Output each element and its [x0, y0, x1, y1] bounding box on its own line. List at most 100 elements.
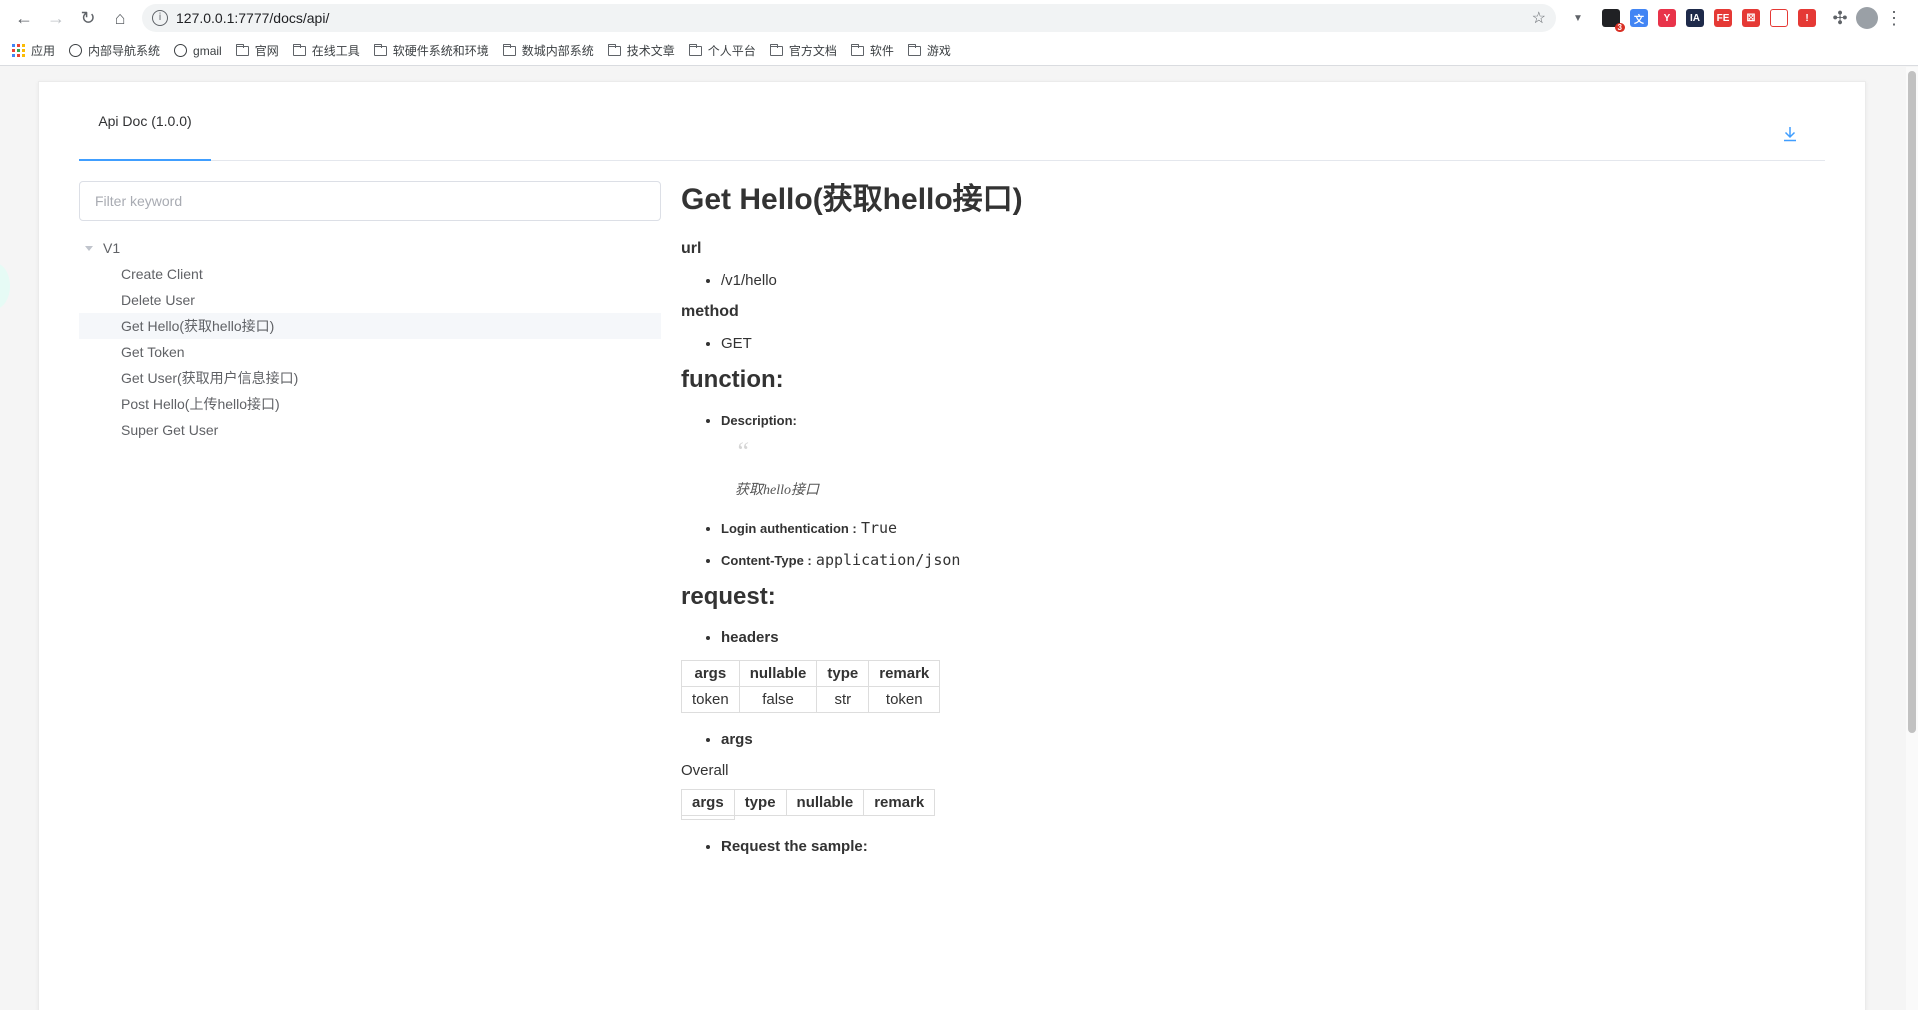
- folder-icon: [502, 43, 516, 56]
- column-header: type: [733, 789, 787, 816]
- tree-item[interactable]: Super Get User: [79, 417, 661, 443]
- table-row: token false str token: [681, 686, 941, 713]
- bookmark-item[interactable]: 内部导航系统: [69, 42, 160, 59]
- tree-item[interactable]: Get User(获取用户信息接口): [79, 365, 661, 391]
- tree-item[interactable]: Create Client: [79, 261, 661, 287]
- fe-helper-icon[interactable]: FE: [1714, 9, 1732, 27]
- bookmark-item[interactable]: 官方文档: [769, 42, 837, 59]
- home-icon[interactable]: ⌂: [104, 2, 136, 34]
- content-type-value: application/json: [815, 551, 961, 569]
- login-label: Login authentication :: [721, 521, 857, 536]
- extensions-bar: 3 文 Y IA FE ⚄!: [1602, 9, 1824, 32]
- column-header: remark: [868, 660, 941, 687]
- tree-item[interactable]: Get Hello(获取hello接口): [79, 313, 661, 339]
- content-type-label: Content-Type :: [721, 553, 812, 568]
- description-item: Description: “ 获取hello接口: [721, 412, 1821, 499]
- url-list: /v1/hello: [681, 272, 1821, 289]
- bookmark-item[interactable]: 个人平台: [688, 42, 756, 59]
- api-tree: V1 Create Client Delete User Get Hello(获取h…: [79, 235, 661, 443]
- bookmark-item[interactable]: gmail: [174, 44, 222, 58]
- tab-api-doc[interactable]: Api Doc (1.0.0): [79, 82, 211, 161]
- column-header: args: [681, 660, 740, 687]
- bookmark-label: 软硬件系统和环境: [392, 44, 489, 58]
- bookmark-label: 数城内部系统: [521, 44, 594, 58]
- function-list: Description: “ 获取hello接口 Login authentic…: [681, 412, 1821, 569]
- scrollbar-thumb[interactable]: [1908, 71, 1916, 733]
- folder-icon: [235, 43, 249, 56]
- tree-item[interactable]: Get Token: [79, 339, 661, 365]
- forward-icon[interactable]: →: [40, 2, 72, 34]
- intellij-icon[interactable]: IA: [1686, 9, 1704, 27]
- description-label: Description:: [721, 413, 797, 428]
- url-text[interactable]: 127.0.0.1:7777/docs/api/: [176, 10, 1532, 26]
- bookmark-label: 个人平台: [707, 44, 756, 58]
- bookmark-label: 官网: [254, 44, 279, 58]
- headers-table: args nullable type remark token false str token: [681, 660, 941, 713]
- menu-icon[interactable]: ⋮: [1878, 2, 1910, 34]
- bookmark-label: 在线工具: [311, 44, 360, 58]
- tree-root-v1[interactable]: V1: [79, 235, 661, 261]
- api-sidebar: V1 Create ClientDelete UserGet Hello(获取h…: [79, 181, 661, 443]
- apps-icon: [12, 44, 25, 57]
- bookmark-item[interactable]: 数城内部系统: [502, 42, 594, 59]
- tree-children: Create Client Delete User Get Hello(获取hell…: [79, 261, 661, 443]
- doc-title: Get Hello(获取hello接口): [681, 183, 1023, 216]
- url-heading: url: [681, 240, 702, 257]
- address-bar[interactable]: i 127.0.0.1:7777/docs/api/ ☆: [142, 4, 1556, 32]
- method-heading: method: [681, 303, 739, 320]
- quote-icon: “: [735, 437, 750, 466]
- doc-card: Api Doc (1.0.0) V1 Create ClientDelete U…: [38, 81, 1866, 1010]
- ext-shield-icon[interactable]: !: [1798, 9, 1816, 27]
- request-heading: request:: [681, 583, 776, 610]
- download-icon[interactable]: [1783, 126, 1797, 142]
- tree-item[interactable]: Post Hello(上传hello接口): [79, 391, 661, 417]
- function-heading: function:: [681, 366, 784, 393]
- login-item: Login authentication : True: [721, 519, 1821, 537]
- args-list: args: [681, 731, 1821, 748]
- folder-icon: [907, 43, 921, 56]
- bookmark-item[interactable]: 软件: [850, 42, 894, 59]
- doc-content: Get Hello(获取hello接口) url /v1/hello metho…: [681, 172, 1821, 869]
- reload-icon[interactable]: ↻: [72, 2, 104, 34]
- filter-keyword-input[interactable]: [79, 181, 661, 221]
- folder-icon: [292, 43, 306, 56]
- bookmark-item[interactable]: 应用: [12, 42, 55, 59]
- profile-avatar[interactable]: [1856, 7, 1878, 29]
- bookmark-label: 内部导航系统: [88, 44, 161, 58]
- table-header-row: args type nullable remark: [681, 789, 936, 816]
- table-cell: token: [681, 686, 740, 713]
- bookmark-label: 技术文章: [626, 44, 675, 58]
- description-quote: “ 获取hello接口: [735, 437, 1821, 499]
- ext-dice-icon[interactable]: ⚄: [1742, 9, 1760, 27]
- page-scrollbar[interactable]: [1906, 67, 1918, 1010]
- extension-badge: 3: [1614, 23, 1625, 32]
- dropdown-icon[interactable]: ▼: [1562, 2, 1594, 34]
- headers-heading: headers: [721, 629, 1821, 646]
- bookmark-item[interactable]: 游戏: [907, 42, 951, 59]
- translate-icon[interactable]: 文: [1630, 9, 1648, 27]
- bookmark-star-icon[interactable]: ☆: [1532, 8, 1546, 28]
- args-heading: args: [721, 731, 1821, 748]
- tree-item[interactable]: Delete User: [79, 287, 661, 313]
- caret-down-icon[interactable]: [85, 245, 93, 251]
- ext-key-icon[interactable]: [1770, 9, 1788, 27]
- bookmark-item[interactable]: 官网: [235, 42, 279, 59]
- ext-1-icon[interactable]: 3: [1602, 9, 1625, 32]
- floating-bubble[interactable]: [0, 263, 10, 309]
- bookmark-item[interactable]: 在线工具: [292, 42, 360, 59]
- login-value: True: [860, 519, 898, 537]
- folder-icon: [607, 43, 621, 56]
- puzzle-icon[interactable]: ✣: [1824, 2, 1856, 34]
- bookmark-label: 官方文档: [788, 44, 837, 58]
- ext-red-round-icon[interactable]: Y: [1658, 9, 1676, 27]
- bookmark-item[interactable]: 软硬件系统和环境: [373, 42, 489, 59]
- sample-list: Request the sample:: [681, 838, 1821, 855]
- info-icon[interactable]: i: [152, 10, 168, 26]
- bookmark-item[interactable]: 技术文章: [607, 42, 675, 59]
- column-header: remark: [863, 789, 936, 816]
- page-viewport: Api Doc (1.0.0) V1 Create ClientDelete U…: [0, 67, 1918, 1010]
- method-list: GET: [681, 335, 1821, 352]
- request-sample-heading: Request the sample:: [721, 838, 1821, 855]
- back-icon[interactable]: ←: [8, 2, 40, 34]
- globe-icon: [69, 44, 83, 57]
